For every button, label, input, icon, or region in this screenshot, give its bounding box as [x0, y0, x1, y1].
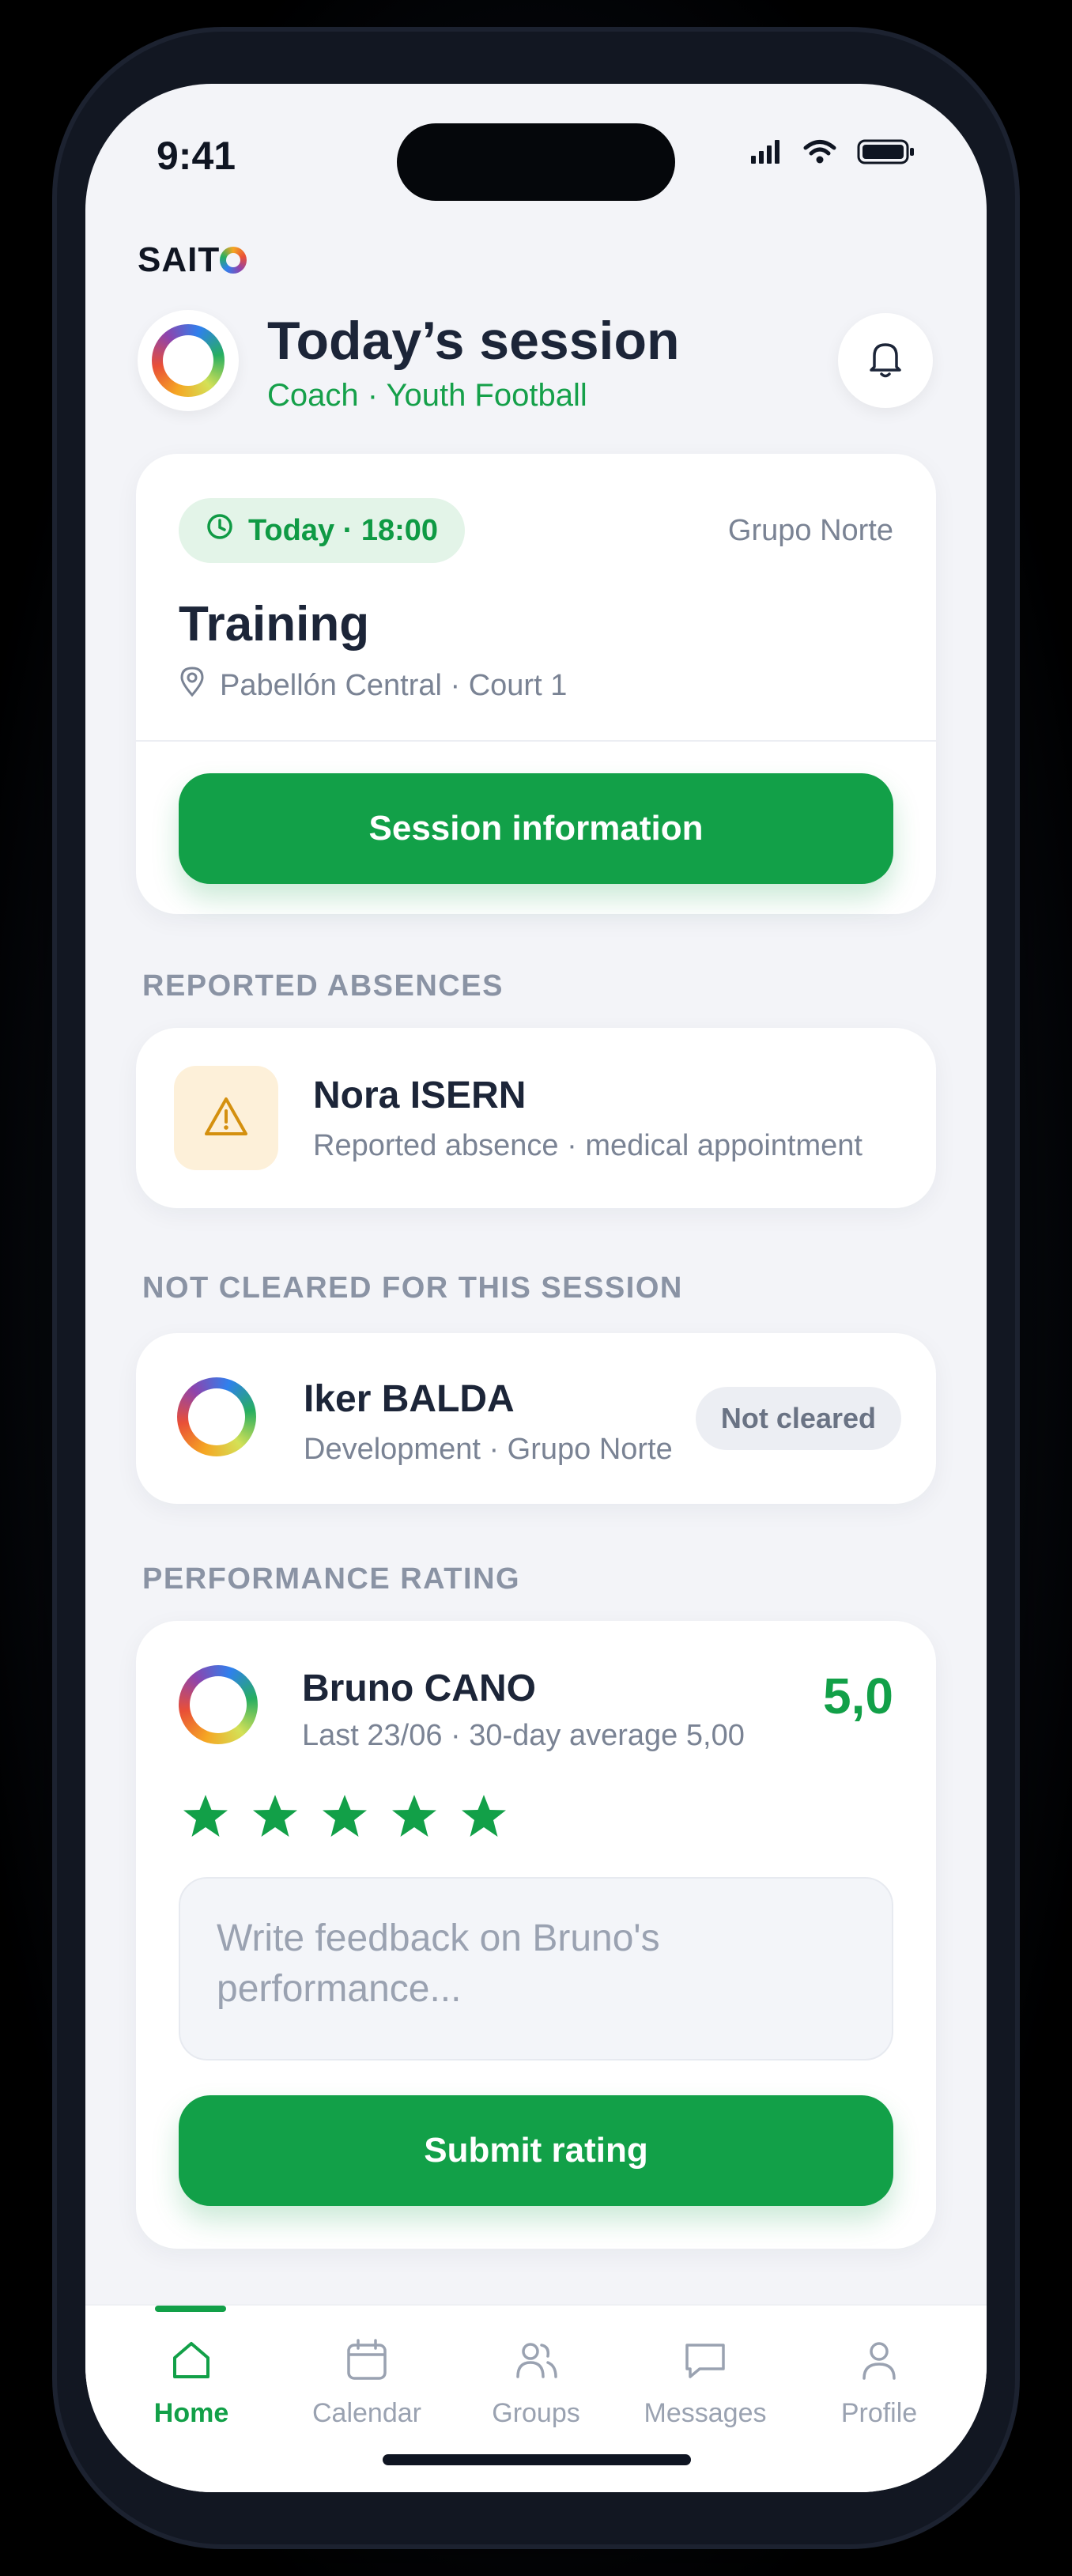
not-cleared-detail: Development · Grupo Norte [304, 1433, 673, 1466]
tab-groups-label: Groups [492, 2398, 580, 2428]
wifi-icon [803, 139, 836, 168]
session-information-button[interactable]: Session information [179, 773, 893, 884]
tab-calendar[interactable]: Calendar [288, 2337, 446, 2429]
session-title: Training [179, 597, 370, 652]
session-location-text: Pabellón Central · Court 1 [220, 668, 568, 702]
star-icon[interactable] [391, 1793, 438, 1843]
signal-icon [751, 140, 783, 168]
section-label-absences: REPORTED ABSENCES [142, 969, 504, 1003]
app-screen: 9:41 SAIT Today’s session Coach · Youth … [85, 84, 987, 2492]
brand-name: SAIT [138, 240, 221, 279]
club-avatar [138, 310, 239, 411]
star-icon[interactable] [321, 1793, 368, 1843]
card-divider [136, 740, 936, 742]
tab-messages-label: Messages [644, 2398, 767, 2428]
status-time: 9:41 [157, 134, 236, 178]
tab-profile-label: Profile [840, 2398, 918, 2428]
brand-ring-icon [220, 247, 247, 274]
profile-icon [856, 2337, 902, 2387]
player-avatar-icon [177, 1377, 256, 1456]
battery-icon [857, 139, 915, 168]
warning-badge [174, 1066, 278, 1170]
calendar-icon [344, 2337, 390, 2387]
tab-groups[interactable]: Groups [457, 2337, 615, 2429]
session-time-pill: Today · 18:00 [179, 498, 466, 563]
club-logo-icon [152, 324, 225, 397]
absence-detail: Reported absence · medical appointment [313, 1129, 863, 1162]
home-icon [168, 2337, 214, 2387]
tab-messages[interactable]: Messages [626, 2337, 784, 2429]
status-icons [751, 139, 915, 168]
session-location: Pabellón Central · Court 1 [179, 666, 567, 705]
session-group: Grupo Norte [727, 514, 893, 547]
page-subtitle: Coach · Youth Football [267, 378, 587, 413]
rating-card: Bruno CANO Last 23/06 · 30-day average 5… [136, 1621, 936, 2249]
tab-calendar-label: Calendar [312, 2398, 421, 2428]
player-avatar-icon [179, 1665, 258, 1744]
absence-player-name: Nora ISERN [313, 1075, 527, 1116]
location-pin-icon [179, 666, 206, 705]
page-title: Today’s session [267, 311, 680, 371]
section-label-not-cleared: NOT CLEARED FOR THIS SESSION [142, 1271, 683, 1305]
bell-icon [866, 338, 904, 383]
star-icon[interactable] [460, 1793, 508, 1843]
rating-detail: Last 23/06 · 30-day average 5,00 [302, 1719, 745, 1752]
status-badge: Not cleared [695, 1387, 901, 1450]
active-tab-indicator [155, 2306, 226, 2312]
submit-rating-button[interactable]: Submit rating [179, 2095, 893, 2206]
tab-profile[interactable]: Profile [800, 2337, 958, 2429]
not-cleared-player-name: Iker BALDA [304, 1378, 515, 1420]
rated-player-name: Bruno CANO [302, 1668, 536, 1709]
section-label-rating: PERFORMANCE RATING [142, 1562, 521, 1596]
brand-logo: SAIT [138, 240, 247, 280]
session-card: Today · 18:00 Grupo Norte Training Pabel… [136, 454, 936, 914]
notifications-button[interactable] [838, 313, 933, 408]
warning-icon [203, 1096, 249, 1141]
dynamic-island [397, 123, 675, 201]
list-item[interactable]: Iker BALDA Development · Grupo Norte Not… [136, 1333, 936, 1504]
home-indicator [383, 2454, 691, 2465]
messages-icon [682, 2337, 728, 2387]
groups-icon [513, 2337, 559, 2387]
star-icon[interactable] [182, 1793, 229, 1843]
clock-icon [206, 512, 234, 549]
star-rating[interactable] [182, 1793, 508, 1843]
list-item[interactable]: Nora ISERN Reported absence · medical ap… [136, 1028, 936, 1208]
tab-home-label: Home [153, 2398, 229, 2428]
session-time: Today · 18:00 [248, 513, 439, 547]
star-icon[interactable] [251, 1793, 299, 1843]
tab-home[interactable]: Home [112, 2337, 270, 2429]
rating-score: 5,0 [823, 1668, 893, 1724]
feedback-textarea[interactable]: Write feedback on Bruno's performance... [179, 1877, 893, 2060]
